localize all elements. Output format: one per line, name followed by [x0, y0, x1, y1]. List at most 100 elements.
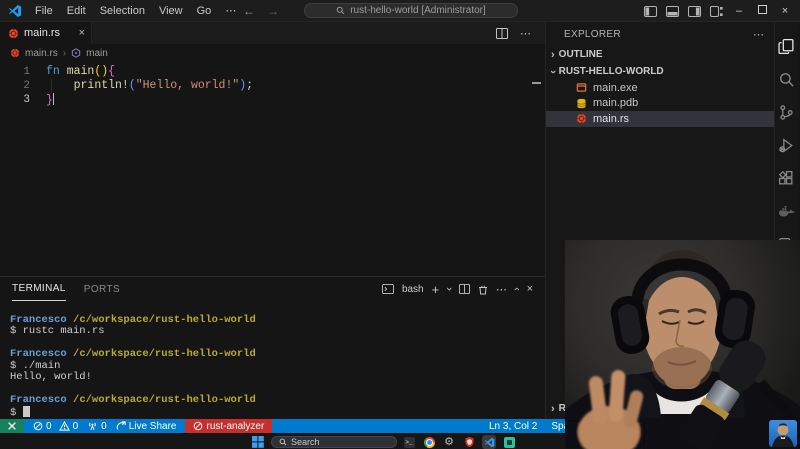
breadcrumb-separator: ›: [63, 48, 66, 59]
rust-analyzer-status[interactable]: rust-analyzer: [185, 419, 273, 433]
webcam-pip-thumbnail[interactable]: [769, 420, 797, 447]
code-text: }: [30, 93, 54, 107]
warning-count: 0: [73, 421, 79, 432]
live-share-button[interactable]: Live Share: [116, 421, 177, 432]
outline-label: OUTLINE: [559, 49, 603, 60]
panel-header: TERMINAL PORTS bash + › ⋯ › ×: [0, 277, 545, 301]
panel-more-icon[interactable]: ⋯: [496, 283, 507, 296]
maximize-button[interactable]: [755, 5, 769, 17]
titlebar-controls: – ×: [644, 0, 800, 22]
explorer-header: EXPLORER ⋯: [546, 22, 774, 46]
editor-cursor: [53, 93, 55, 105]
section-folder[interactable]: › RUST-HELLO-WORLD: [546, 63, 774, 80]
close-button[interactable]: ×: [778, 5, 792, 17]
terminal-dropdown-icon[interactable]: ›: [443, 287, 455, 291]
activity-source-control-icon[interactable]: [775, 96, 798, 129]
tab-ports[interactable]: PORTS: [84, 277, 120, 301]
problems-indicator[interactable]: 0 0: [33, 421, 78, 432]
webcam-overlay: [565, 240, 800, 449]
section-outline[interactable]: › OUTLINE: [546, 46, 774, 63]
menu-bar: FileEditSelectionViewGo⋯: [28, 4, 243, 17]
customize-layout-icon[interactable]: [710, 6, 723, 17]
history-nav: ← →: [243, 4, 279, 18]
tab-close-icon[interactable]: ×: [79, 27, 85, 39]
toggle-panel-icon[interactable]: [666, 6, 679, 17]
file-row-main-rs[interactable]: main.rs: [546, 111, 774, 127]
warning-icon: [59, 421, 70, 431]
shell-label[interactable]: bash: [402, 284, 424, 295]
file-row-main-exe[interactable]: main.exe: [546, 80, 774, 96]
activity-explorer-icon[interactable]: [775, 30, 798, 63]
terminal-line: Hello, world!: [10, 372, 545, 383]
pdb-file-icon: [576, 98, 587, 109]
tab-bar: main.rs × ⋯: [0, 22, 545, 44]
forward-arrow-icon[interactable]: →: [267, 4, 279, 18]
file-name: main.exe: [593, 82, 638, 94]
activity-run-debug-icon[interactable]: [775, 129, 798, 162]
rust-file-icon: [576, 113, 587, 124]
cursor-position[interactable]: Ln 3, Col 2: [489, 421, 537, 432]
explorer-more-icon[interactable]: ⋯: [753, 28, 764, 41]
taskbar-search[interactable]: Search: [271, 436, 397, 448]
toggle-sidebar-icon[interactable]: [644, 6, 657, 17]
symbol-function-icon: [71, 48, 81, 58]
line-number[interactable]: 1: [0, 65, 30, 79]
activity-docker-icon[interactable]: [775, 195, 798, 228]
menu-go[interactable]: Go: [190, 5, 219, 17]
line-number[interactable]: 2: [0, 79, 30, 93]
split-editor-icon[interactable]: [496, 28, 508, 39]
error-icon: [33, 421, 43, 431]
taskbar-search-label: Search: [291, 437, 320, 447]
file-row-main-pdb[interactable]: main.pdb: [546, 96, 774, 112]
maximize-panel-icon[interactable]: ›: [511, 287, 523, 291]
start-button[interactable]: [252, 436, 264, 448]
remote-indicator[interactable]: [0, 419, 24, 433]
file-name: main.pdb: [593, 97, 638, 109]
taskbar-settings-icon[interactable]: ⚙: [442, 435, 456, 449]
split-terminal-icon[interactable]: [459, 284, 470, 294]
tab-terminal[interactable]: TERMINAL: [12, 277, 66, 301]
presenter: [565, 240, 800, 449]
minimize-button[interactable]: –: [732, 5, 746, 17]
rust-analyzer-label: rust-analyzer: [207, 421, 265, 432]
terminal-shell-icon: [382, 284, 394, 294]
taskbar-terminal-icon[interactable]: >_: [402, 435, 416, 449]
rust-file-icon: [10, 48, 20, 58]
error-count: 0: [46, 421, 52, 432]
activity-extensions-icon[interactable]: [775, 162, 798, 195]
taskbar-security-icon[interactable]: [462, 435, 476, 449]
editor-actions: ⋯: [496, 22, 545, 44]
taskbar-vscode-icon[interactable]: [482, 435, 496, 449]
taskbar-recorder-icon[interactable]: [502, 435, 516, 449]
command-center-search[interactable]: rust-hello-world [Administrator]: [304, 3, 518, 18]
close-panel-icon[interactable]: ×: [527, 283, 533, 295]
ports-indicator[interactable]: 0: [87, 421, 107, 432]
taskbar-chrome-icon[interactable]: [422, 435, 436, 449]
code-line: 1fn main(){: [0, 65, 545, 79]
menu-edit[interactable]: Edit: [60, 5, 93, 17]
radio-tower-icon: [87, 421, 98, 431]
tab-main-rs[interactable]: main.rs ×: [0, 22, 92, 44]
new-terminal-icon[interactable]: +: [432, 282, 440, 297]
menu-selection[interactable]: Selection: [93, 5, 152, 17]
menu-more[interactable]: ⋯: [218, 5, 243, 17]
breadcrumb-symbol[interactable]: main: [86, 48, 108, 59]
more-actions-icon[interactable]: ⋯: [520, 27, 531, 40]
terminal-line: $ rustc main.rs: [10, 326, 545, 337]
terminal-line: $: [10, 406, 545, 417]
menu-view[interactable]: View: [152, 5, 190, 17]
back-arrow-icon[interactable]: ←: [243, 4, 255, 18]
rust-file-icon: [8, 28, 19, 39]
search-icon: [279, 438, 287, 446]
chevron-right-icon: ›: [551, 403, 555, 415]
menu-file[interactable]: File: [28, 5, 60, 17]
kill-terminal-icon[interactable]: [478, 284, 488, 295]
terminal-content[interactable]: Francesco /c/workspace/rust-hello-world$…: [0, 301, 545, 419]
code-editor[interactable]: 1fn main(){2 println!("Hello, world!");3…: [0, 62, 545, 276]
activity-search-icon[interactable]: [775, 63, 798, 96]
vscode-logo-icon: [8, 4, 22, 18]
breadcrumb-file[interactable]: main.rs: [25, 48, 58, 59]
toggle-secondary-sidebar-icon[interactable]: [688, 6, 701, 17]
line-number[interactable]: 3: [0, 93, 30, 107]
breadcrumb: main.rs › main: [0, 44, 545, 62]
